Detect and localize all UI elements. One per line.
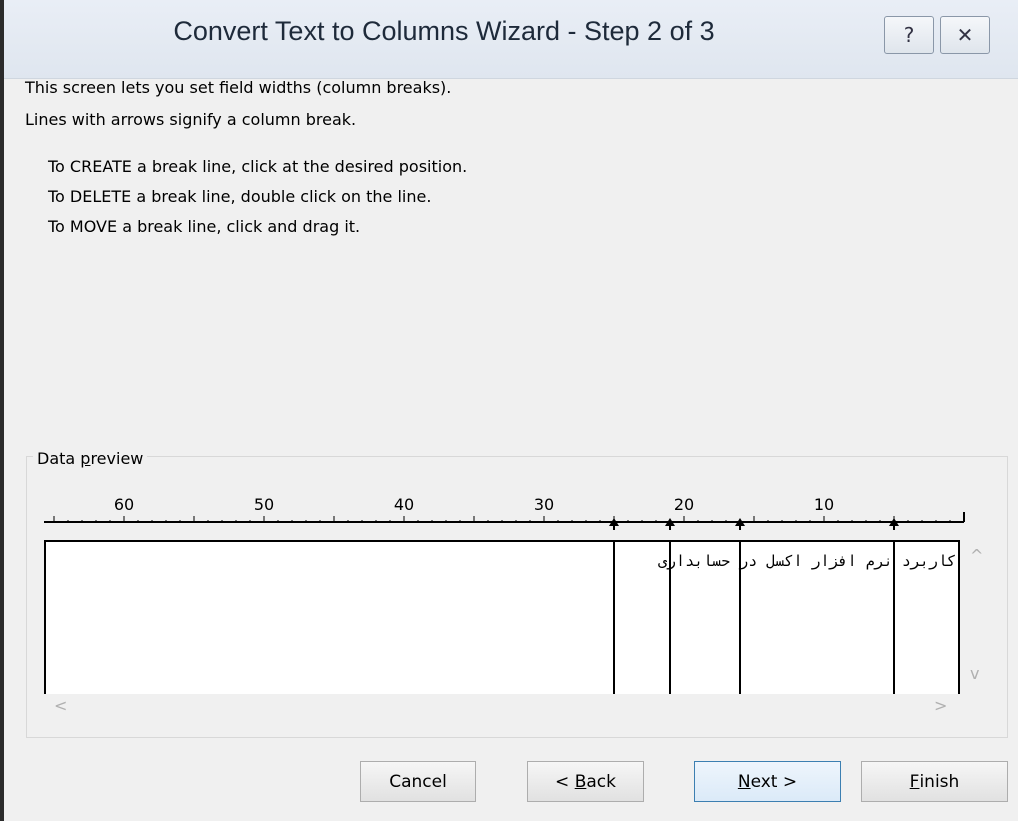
vertical-scrollbar[interactable]: ^ v <box>964 540 990 694</box>
close-button[interactable]: ✕ <box>940 16 990 54</box>
ruler-label: 50 <box>254 495 274 514</box>
ruler-label: 40 <box>394 495 414 514</box>
column-ruler[interactable]: 60 50 40 30 20 10 <box>44 490 966 530</box>
column-break-arrow[interactable] <box>889 518 899 530</box>
column-break-line[interactable] <box>613 540 615 694</box>
help-button[interactable]: ? <box>884 16 934 54</box>
ruler-label: 20 <box>674 495 694 514</box>
delete-instruction: To DELETE a break line, double click on … <box>48 187 432 206</box>
data-preview-label: Data preview <box>33 449 148 468</box>
intro-line-1: This screen lets you set field widths (c… <box>25 78 452 97</box>
column-break-line[interactable] <box>669 540 671 694</box>
title-bar: Convert Text to Columns Wizard - Step 2 … <box>4 0 1018 79</box>
scroll-up-icon[interactable]: ^ <box>970 546 983 565</box>
window-left-edge <box>0 0 4 821</box>
scroll-down-icon[interactable]: v <box>970 664 979 683</box>
data-preview-area[interactable]: کاربرد نرم افزار اکسل در حسابداری <box>44 540 960 694</box>
next-button[interactable]: Next > <box>694 761 841 802</box>
ruler-label: 30 <box>534 495 554 514</box>
intro-line-2: Lines with arrows signify a column break… <box>25 110 357 129</box>
scroll-right-icon[interactable]: > <box>934 696 947 715</box>
window-title: Convert Text to Columns Wizard - Step 2 … <box>173 16 715 46</box>
back-button[interactable]: < Back <box>527 761 644 802</box>
scroll-left-icon[interactable]: < <box>54 696 67 715</box>
ruler-label: 10 <box>814 495 834 514</box>
move-instruction: To MOVE a break line, click and drag it. <box>48 217 361 236</box>
finish-button[interactable]: Finish <box>861 761 1008 802</box>
close-icon: ✕ <box>956 23 974 47</box>
ruler-label: 60 <box>114 495 134 514</box>
create-instruction: To CREATE a break line, click at the des… <box>48 157 468 176</box>
preview-row: کاربرد نرم افزار اکسل در حسابداری <box>657 552 956 570</box>
column-break-arrow[interactable] <box>735 518 745 530</box>
cancel-button[interactable]: Cancel <box>360 761 476 802</box>
horizontal-scrollbar[interactable]: < > <box>44 694 960 720</box>
column-break-line[interactable] <box>893 540 895 694</box>
column-break-arrow[interactable] <box>665 518 675 530</box>
column-break-line[interactable] <box>739 540 741 694</box>
question-mark-icon: ? <box>903 23 915 47</box>
column-break-arrow[interactable] <box>609 518 619 530</box>
